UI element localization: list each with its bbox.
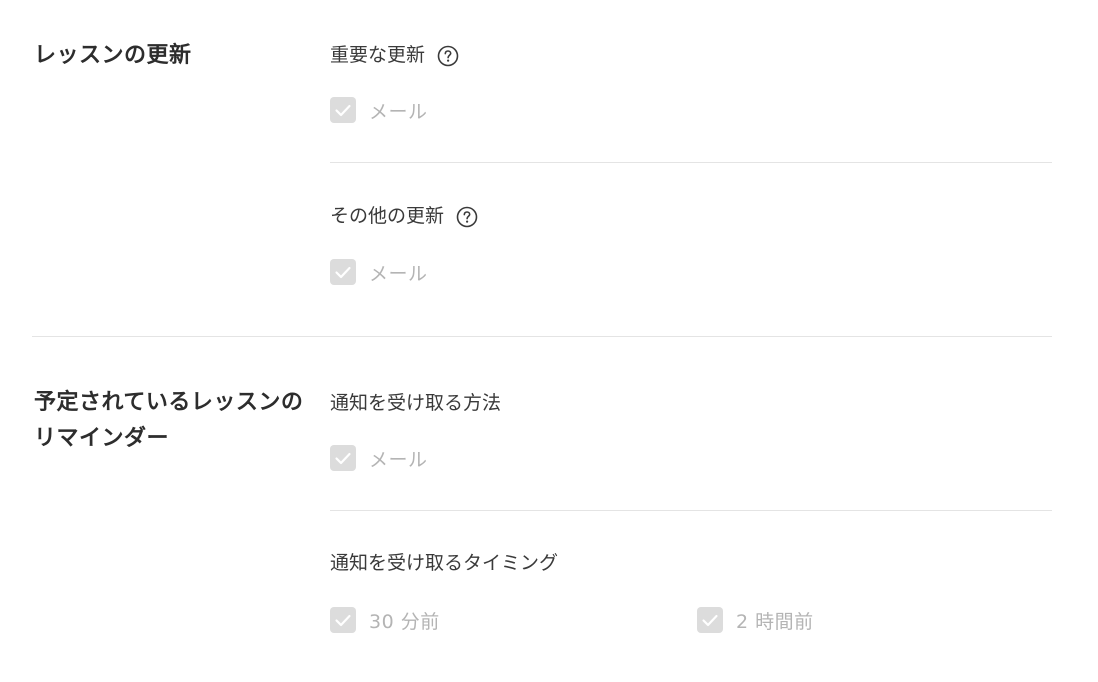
reminder-email-label: メール bbox=[369, 448, 428, 471]
section-divider bbox=[32, 336, 1052, 337]
important-updates-email-label: メール bbox=[369, 100, 428, 123]
other-updates-email-option[interactable]: メール bbox=[330, 258, 428, 286]
timing-2hours-label: 2 時間前 bbox=[736, 610, 814, 633]
divider bbox=[330, 510, 1052, 511]
section-title-reminders: 予定されているレッスンのリマインダー bbox=[34, 390, 304, 451]
other-updates-email-checkbox[interactable] bbox=[330, 259, 356, 285]
notification-method-heading: 通知を受け取る方法 bbox=[330, 390, 501, 416]
notification-timing-label: 通知を受け取るタイミング bbox=[330, 552, 559, 574]
check-icon bbox=[335, 104, 351, 117]
timing-30min-label: 30 分前 bbox=[369, 610, 440, 633]
reminder-email-option[interactable]: メール bbox=[330, 444, 428, 472]
important-updates-email-option[interactable]: メール bbox=[330, 96, 428, 124]
important-updates-email-checkbox[interactable] bbox=[330, 97, 356, 123]
timing-2hours-option[interactable]: 2 時間前 bbox=[697, 606, 814, 634]
check-icon bbox=[335, 266, 351, 279]
divider bbox=[330, 162, 1052, 163]
important-updates-label: 重要な更新 bbox=[330, 44, 426, 66]
notification-timing-heading: 通知を受け取るタイミング bbox=[330, 550, 558, 576]
question-circle-icon[interactable] bbox=[437, 45, 459, 67]
question-circle-icon[interactable] bbox=[456, 206, 478, 228]
check-icon bbox=[335, 452, 351, 465]
other-updates-email-label: メール bbox=[369, 262, 428, 285]
important-updates-heading: 重要な更新 bbox=[330, 42, 459, 68]
timing-30min-option[interactable]: 30 分前 bbox=[330, 606, 440, 634]
other-updates-label: その他の更新 bbox=[330, 205, 445, 227]
notification-method-label: 通知を受け取る方法 bbox=[330, 392, 502, 414]
check-icon bbox=[702, 614, 718, 627]
timing-30min-checkbox[interactable] bbox=[330, 607, 356, 633]
timing-2hours-checkbox[interactable] bbox=[697, 607, 723, 633]
section-title-lesson-updates: レッスンの更新 bbox=[34, 43, 192, 68]
check-icon bbox=[335, 614, 351, 627]
other-updates-heading: その他の更新 bbox=[330, 203, 478, 229]
reminder-email-checkbox[interactable] bbox=[330, 445, 356, 471]
